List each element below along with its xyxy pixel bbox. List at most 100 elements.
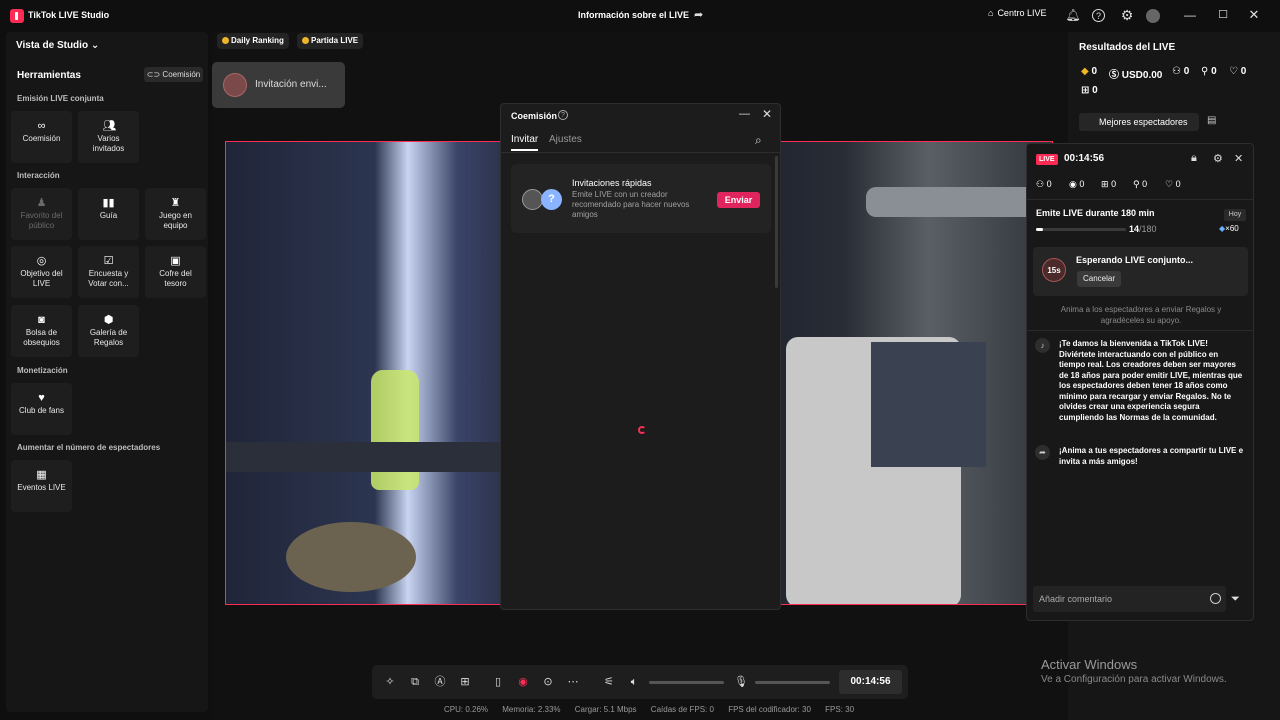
activate-windows-title: Activar Windows xyxy=(1041,657,1138,672)
stat-value: 0 xyxy=(1046,179,1052,189)
tile-varios-invitados[interactable]: 👥︎ Varios invitados xyxy=(78,111,139,163)
wall-image xyxy=(866,187,1052,217)
centro-live-button[interactable]: ⌂ Centro LIVE xyxy=(988,8,1046,18)
maximize-icon[interactable]: ☐ xyxy=(1215,7,1231,23)
filter-icon[interactable]: ⏷ xyxy=(1231,593,1240,606)
users-icon: 👥︎ xyxy=(102,120,117,132)
tab-invitar[interactable]: Invitar xyxy=(511,134,539,151)
cpu-stat: CPU: 0.26% xyxy=(444,705,489,714)
tile-coemision[interactable]: ∞ Coemisión xyxy=(11,111,72,163)
gear-icon[interactable]: ⚙ xyxy=(1119,7,1135,23)
live-panel: LIVE 00:14:56 🔒︎ ⚙ ✕ ⚇ 0 ◉ 0 ⊞ 0 ⚲ 0 ♡ 0… xyxy=(1026,143,1254,621)
close-icon[interactable]: ✕ xyxy=(762,107,772,121)
minimize-icon[interactable]: — xyxy=(1182,7,1198,23)
bottle-image xyxy=(371,370,419,490)
live-followers: ⚲ 0 xyxy=(1133,179,1147,190)
top-viewers-label: Mejores espectadores xyxy=(1099,117,1188,127)
invitation-popup: Invitación envi... xyxy=(212,62,345,108)
tab-ajustes[interactable]: Ajustes xyxy=(549,134,582,145)
tile-guia[interactable]: ▮▮ Guía xyxy=(78,188,139,240)
search-icon[interactable]: ⌕ xyxy=(755,133,762,148)
stat-value: 0 xyxy=(1091,66,1098,77)
minimize-icon[interactable]: — xyxy=(739,108,750,120)
loading-spinner-icon xyxy=(638,426,646,434)
mic-slider[interactable] xyxy=(755,681,830,684)
coemision-button[interactable]: ⊂⊃ Coemisión xyxy=(144,67,203,82)
ai-icon[interactable]: Ⓐ xyxy=(432,674,448,690)
link-icon: ∞ xyxy=(37,120,46,132)
centro-live-label: Centro LIVE xyxy=(997,8,1047,18)
eye-icon: ◉ xyxy=(1069,179,1077,189)
fps-drops-stat: Caídas de FPS: 0 xyxy=(650,705,714,714)
dollar-icon: Ⓢ xyxy=(1109,70,1119,81)
add-source-icon[interactable]: ⊞ xyxy=(457,674,473,690)
tile-juego[interactable]: ♜ Juego en equipo xyxy=(145,188,206,240)
close-icon[interactable]: ✕ xyxy=(1246,7,1262,23)
tile-objetivo[interactable]: ◎ Objetivo del LIVE xyxy=(11,246,72,298)
record-icon[interactable]: ◉ xyxy=(515,674,531,690)
gear-icon[interactable]: ⚙ xyxy=(1213,152,1223,165)
stat-value: 0 xyxy=(1183,66,1190,77)
help-icon[interactable]: ? xyxy=(1092,9,1105,22)
live-info-title[interactable]: Información sobre el LIVE xyxy=(578,10,689,20)
goal-progress-track xyxy=(1036,228,1126,231)
partida-live-pill[interactable]: Partida LIVE xyxy=(297,33,364,49)
memory-stat: Memoria: 2.33% xyxy=(502,705,561,714)
top-viewers-button[interactable]: Mejores espectadores xyxy=(1079,113,1199,131)
avatar xyxy=(223,73,247,97)
daily-ranking-pill[interactable]: Daily Ranking xyxy=(217,33,289,49)
quick-invite-card: ? Invitaciones rápidas Emite LIVE con un… xyxy=(511,164,771,233)
emit-goal-title: Emite LIVE durante 180 min xyxy=(1036,208,1155,218)
tile-bolsa[interactable]: ◙ Bolsa de obsequios xyxy=(11,305,72,357)
help-icon[interactable]: ? xyxy=(558,110,568,120)
microphone-icon[interactable]: 🎙︎ xyxy=(733,674,749,690)
scrollbar[interactable] xyxy=(775,156,778,288)
tools-title: Herramientas xyxy=(17,70,81,81)
broadcast-icon[interactable]: ⊙ xyxy=(540,674,556,690)
tile-club[interactable]: ♥ Club de fans xyxy=(11,383,72,435)
progress-total: /180 xyxy=(1139,224,1157,234)
tile-label: Guía xyxy=(99,211,118,220)
cancel-button[interactable]: Cancelar xyxy=(1077,271,1121,287)
goal-progress-fill xyxy=(1036,228,1044,231)
magic-wand-icon[interactable]: ✧ xyxy=(382,674,398,690)
hexagon-icon: ⬢ xyxy=(103,314,114,326)
lock-icon[interactable]: 🔒︎ xyxy=(1191,152,1197,165)
live-likes: ♡ 0 xyxy=(1165,179,1181,190)
tile-encuesta[interactable]: ☑ Encuesta y Votar con... xyxy=(78,246,139,298)
tile-favorito[interactable]: ♟ Favorito del público xyxy=(11,188,72,240)
settings-sliders-icon[interactable]: ⚟ xyxy=(601,674,617,690)
stat-value: 0 xyxy=(1092,85,1098,96)
object-image xyxy=(286,522,416,592)
tile-label: Varios invitados xyxy=(92,134,125,153)
coemision-dialog: Coemisión ? — ✕ Invitar Ajustes ⌕ ? Invi… xyxy=(500,103,781,610)
volume-slider[interactable] xyxy=(649,681,724,684)
share-icon[interactable]: ➦ xyxy=(694,8,703,21)
tile-cofre[interactable]: ▣ Cofre del tesoro xyxy=(145,246,206,298)
section-grow: Aumentar el número de espectadores xyxy=(17,443,161,452)
phone-icon[interactable]: ▯ xyxy=(490,674,506,690)
speaker-icon[interactable]: 🔈︎ xyxy=(626,674,642,690)
send-button[interactable]: Enviar xyxy=(717,192,760,208)
tile-galeria[interactable]: ⬢ Galería de Regalos xyxy=(78,305,139,357)
gem-count: ×60 xyxy=(1225,224,1239,233)
gifts-stat: ⊞ 0 xyxy=(1081,85,1098,96)
emoji-icon[interactable] xyxy=(1210,593,1221,604)
list-icon[interactable]: ▤ xyxy=(1207,115,1216,126)
welcome-text: ¡Te damos la bienvenida a TikTok LIVE! D… xyxy=(1059,339,1243,422)
stat-value: 0 xyxy=(1111,179,1117,189)
today-badge: Hoy xyxy=(1224,209,1246,221)
tile-eventos[interactable]: ▦ Eventos LIVE xyxy=(11,460,72,512)
more-icon[interactable]: ⋯ xyxy=(565,674,581,690)
section-monetization: Monetización xyxy=(17,366,68,375)
close-icon[interactable]: ✕ xyxy=(1234,152,1243,165)
countdown-avatar: 15s xyxy=(1042,258,1066,282)
studio-view-dropdown[interactable]: Vista de Studio ⌄ xyxy=(16,40,99,51)
avatar[interactable] xyxy=(1146,9,1160,23)
tiktok-logo-icon xyxy=(10,9,24,23)
comment-input[interactable]: Añadir comentario xyxy=(1033,586,1226,612)
bell-icon[interactable]: 🔔︎ xyxy=(1065,7,1081,23)
screen-share-icon[interactable]: ⧉ xyxy=(407,674,423,690)
goal-progress-count: 14/180 xyxy=(1129,224,1157,234)
fps-stat: FPS: 30 xyxy=(825,705,855,714)
